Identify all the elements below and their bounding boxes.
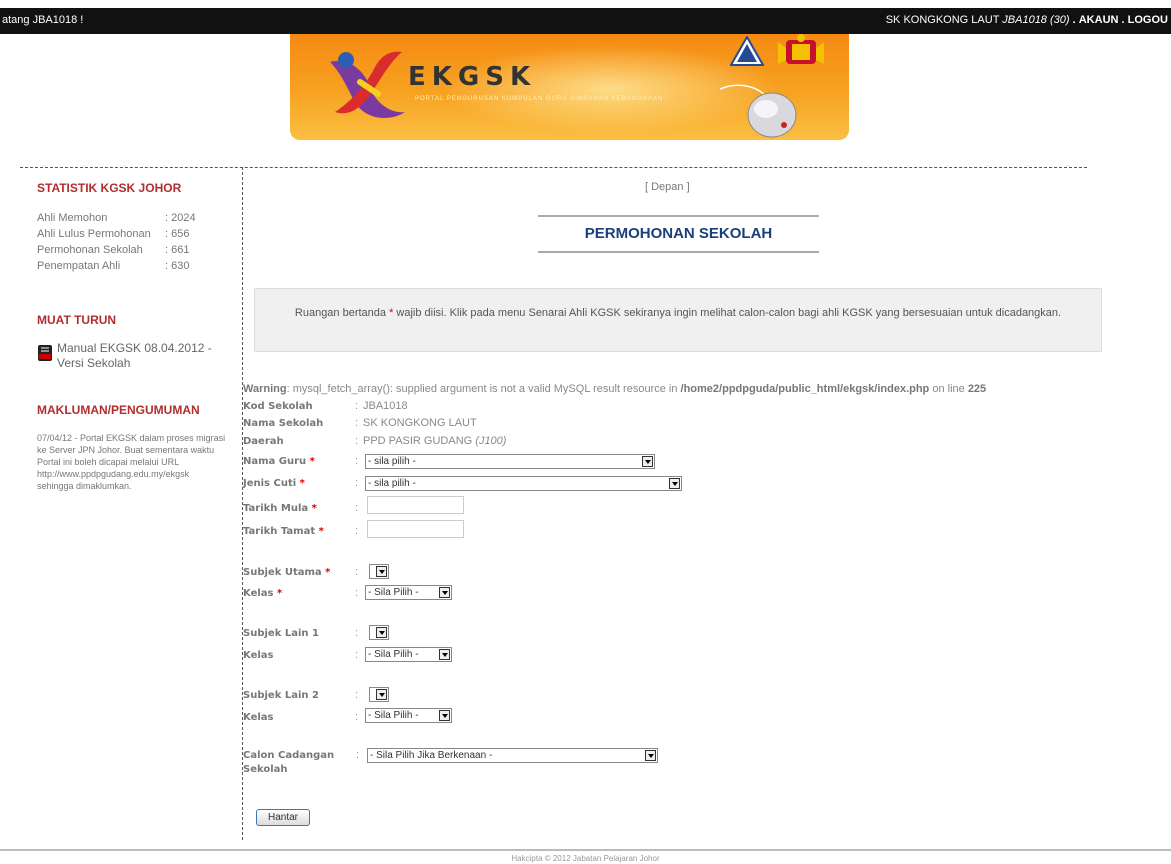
header-banner: EKGSK PORTAL PENGURUSAN KUMPULAN GURU SI…: [290, 34, 849, 140]
chevron-down-icon: [376, 566, 387, 577]
tarikh-mula-input[interactable]: [367, 496, 464, 514]
chevron-down-icon: [669, 478, 680, 489]
stat-row: Penempatan Ahli: 630: [37, 260, 190, 272]
stat-row: Permohonan Sekolah: 661: [37, 244, 190, 256]
separator: .: [1121, 14, 1125, 26]
manual-download-link[interactable]: Manual EKGSK 08.04.2012 - Versi Sekolah: [57, 341, 227, 371]
chevron-down-icon: [642, 456, 653, 467]
kelas-row: Kelas *:: [243, 587, 359, 599]
subjek-utama-row: Subjek Utama *:: [243, 566, 359, 578]
kelas-select[interactable]: - Sila Pilih -: [365, 585, 452, 600]
tarikh-mula-row: Tarikh Mula *:: [243, 502, 359, 514]
jenis-cuti-label: Jenis Cuti: [243, 478, 297, 489]
submit-button[interactable]: Hantar: [256, 809, 310, 826]
notice-box: Ruangan bertanda * wajib diisi. Klik pad…: [254, 288, 1102, 352]
news-body: 07/04/12 - Portal EKGSK dalam proses mig…: [37, 432, 227, 492]
footer-divider: [0, 849, 1171, 851]
logout-link[interactable]: LOGOU: [1128, 14, 1168, 26]
daerah-value: PPD PASIR GUDANG: [363, 435, 473, 447]
news-text: 07/04/12 - Portal EKGSK dalam proses mig…: [37, 433, 226, 491]
warning-label: Warning: [243, 383, 287, 395]
breadcrumb[interactable]: [ Depan ]: [645, 181, 690, 193]
subjek-lain2-row: Subjek Lain 2:: [243, 689, 359, 701]
nama-sekolah-value: SK KONGKONG LAUT: [363, 417, 477, 429]
kod-sekolah-label: Kod Sekolah: [243, 401, 313, 412]
daerah-code: (J100): [475, 435, 507, 447]
download-section: MUAT TURUN: [37, 313, 227, 327]
download-item: Manual EKGSK 08.04.2012 - Versi Sekolah: [37, 341, 227, 371]
nama-guru-row: Nama Guru *:: [243, 455, 359, 467]
separator: .: [1072, 14, 1076, 26]
stats-section: STATISTIK KGSK JOHOR: [37, 181, 227, 195]
kelas-lain2-select[interactable]: - Sila Pilih -: [365, 708, 452, 723]
top-bar-right: SK KONGKONG LAUT JBA1018 (30) . AKAUN . …: [886, 14, 1168, 26]
pdf-icon: [38, 345, 52, 361]
chevron-down-icon: [376, 689, 387, 700]
kod-sekolah-row: Kod Sekolah: JBA1018: [243, 400, 408, 412]
chevron-down-icon: [645, 750, 656, 761]
kelas-label: Kelas: [243, 712, 274, 723]
warning-path: /home2/ppdpguda/public_html/ekgsk/index.…: [680, 383, 930, 395]
kelas-lain2-row: Kelas:: [243, 711, 359, 723]
chevron-down-icon: [439, 710, 450, 721]
nama-sekolah-row: Nama Sekolah: SK KONGKONG LAUT: [243, 417, 477, 429]
header-divider: [20, 167, 1087, 168]
kelas-label: Kelas: [243, 650, 274, 661]
warning-line: 225: [967, 383, 987, 395]
top-bar: atang JBA1018 ! SK KONGKONG LAUT JBA1018…: [0, 8, 1171, 34]
stat-row: Ahli Lulus Permohonan: 656: [37, 228, 190, 240]
ekgsk-logo-icon: [330, 51, 405, 118]
chevron-down-icon: [439, 587, 450, 598]
stats-list: Ahli Memohon: 2024 Ahli Lulus Permohonan…: [37, 210, 227, 274]
school-name: SK KONGKONG LAUT: [885, 14, 1000, 26]
welcome-text: atang JBA1018 !: [2, 14, 84, 26]
nama-guru-select[interactable]: - sila pilih -: [365, 454, 655, 469]
daerah-row: Daerah: PPD PASIR GUDANG (J100): [243, 435, 507, 447]
kelas-label: Kelas: [243, 588, 274, 599]
brand-name: EKGSK: [408, 62, 537, 92]
page-title: PERMOHONAN SEKOLAH: [538, 215, 819, 253]
jpn-crest-icon: [730, 36, 764, 66]
calon-select[interactable]: - Sila Pilih Jika Berkenaan -: [367, 748, 658, 763]
php-warning: Warning: mysql_fetch_array(): supplied a…: [243, 383, 987, 395]
news-title: MAKLUMAN/PENGUMUMAN: [37, 403, 200, 417]
kelas-lain1-row: Kelas:: [243, 649, 359, 661]
user-code: JBA1018 (30): [1002, 14, 1070, 26]
subjek-utama-label: Subjek Utama: [243, 567, 322, 578]
news-section: MAKLUMAN/PENGUMUMAN: [37, 403, 227, 417]
tarikh-tamat-row: Tarikh Tamat *:: [243, 525, 359, 537]
account-link[interactable]: AKAUN: [1079, 14, 1119, 26]
footer-copyright: Hakcipta © 2012 Jabatan Pelajaran Johor: [511, 854, 660, 863]
stat-row: Ahli Memohon: 2024: [37, 212, 196, 224]
daerah-label: Daerah: [243, 436, 284, 447]
nama-guru-label: Nama Guru: [243, 456, 307, 467]
subjek-lain2-select[interactable]: [369, 687, 389, 702]
chevron-down-icon: [439, 649, 450, 660]
malaysia-crest-icon: [778, 34, 824, 64]
nama-sekolah-label: Nama Sekolah: [243, 418, 324, 429]
brand-tagline: PORTAL PENGURUSAN KUMPULAN GURU SIMPANAN…: [415, 96, 664, 102]
chevron-down-icon: [376, 627, 387, 638]
jenis-cuti-row: Jenis Cuti *:: [243, 477, 359, 489]
stats-title: STATISTIK KGSK JOHOR: [37, 181, 182, 195]
kod-sekolah-value: JBA1018: [363, 400, 408, 412]
computer-mouse-icon: [720, 84, 797, 138]
calon-row: Calon Cadangan Sekolah: [243, 749, 361, 777]
subjek-lain1-label: Subjek Lain 1: [243, 628, 319, 639]
kelas-lain1-select[interactable]: - Sila Pilih -: [365, 647, 452, 662]
subjek-lain2-label: Subjek Lain 2: [243, 690, 319, 701]
subjek-lain1-row: Subjek Lain 1:: [243, 627, 359, 639]
tarikh-tamat-input[interactable]: [367, 520, 464, 538]
tarikh-mula-label: Tarikh Mula: [243, 503, 309, 514]
tarikh-tamat-label: Tarikh Tamat: [243, 526, 316, 537]
calon-label: Calon Cadangan Sekolah: [243, 750, 335, 775]
subjek-lain1-select[interactable]: [369, 625, 389, 640]
download-title: MUAT TURUN: [37, 313, 117, 327]
jenis-cuti-select[interactable]: - sila pilih -: [365, 476, 682, 491]
subjek-utama-select[interactable]: [369, 564, 389, 579]
